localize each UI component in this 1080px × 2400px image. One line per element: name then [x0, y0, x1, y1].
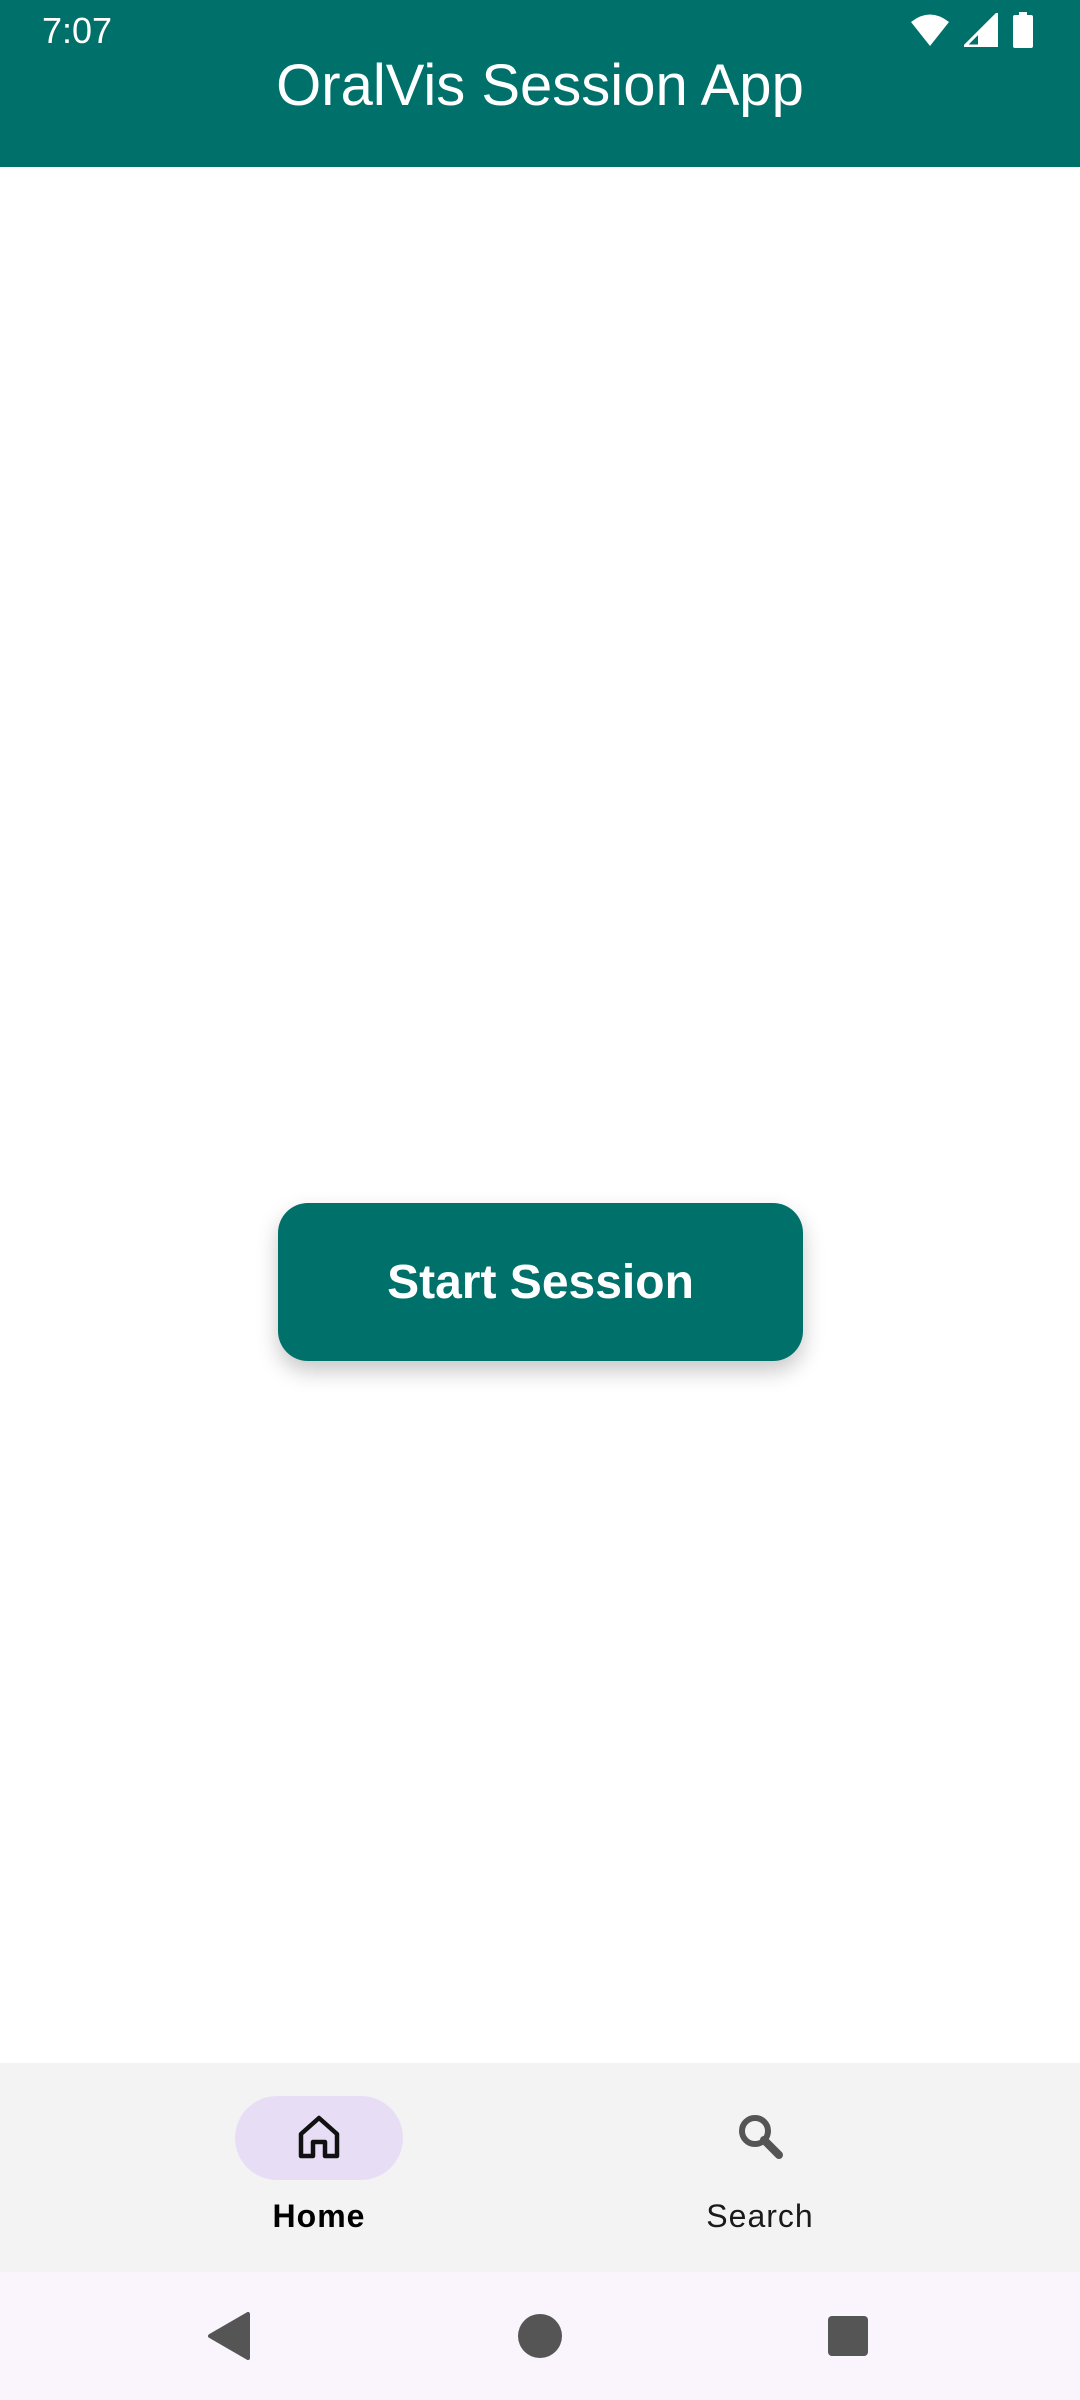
nav-icon-container — [676, 2096, 844, 2180]
nav-item-search[interactable]: Search — [490, 2063, 1030, 2272]
wifi-icon — [910, 13, 950, 52]
main-content: Start Session — [0, 167, 1080, 2063]
search-icon — [735, 2111, 785, 2166]
nav-indicator — [235, 2096, 403, 2180]
cell-signal-icon — [961, 9, 999, 52]
system-navigation-bar — [0, 2272, 1080, 2400]
recents-icon[interactable] — [818, 2306, 878, 2366]
nav-label-search: Search — [706, 2198, 814, 2234]
bottom-navigation: Home Search — [0, 2063, 1080, 2272]
home-icon — [295, 2112, 343, 2165]
start-session-button[interactable]: Start Session — [278, 1203, 803, 1361]
status-icons — [910, 9, 1034, 53]
home-circle-icon[interactable] — [510, 2306, 570, 2366]
status-time: 7:07 — [42, 10, 113, 51]
back-icon[interactable] — [198, 2306, 258, 2366]
battery-icon — [1012, 11, 1034, 53]
top-app-bar: 7:07 OralVis Session App — [0, 0, 1080, 167]
app-title: OralVis Session App — [276, 53, 804, 118]
